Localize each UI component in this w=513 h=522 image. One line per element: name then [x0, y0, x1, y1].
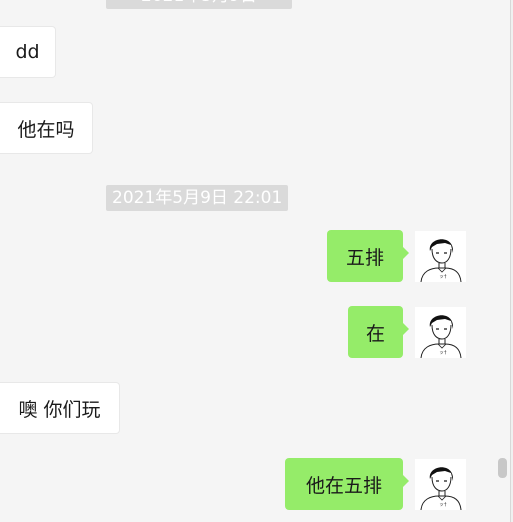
anime-boy-sketch-avatar-icon: ッ† — [415, 459, 466, 510]
svg-text:ッ†: ッ† — [439, 350, 447, 356]
svg-text:ッ†: ッ† — [439, 274, 447, 280]
message-text: 在 — [365, 322, 385, 345]
incoming-message-bubble[interactable]: dd — [0, 26, 56, 78]
message-text: dd — [15, 41, 40, 63]
scrollbar-thumb[interactable] — [498, 458, 507, 478]
message-text: 五排 — [345, 246, 384, 269]
timestamp: 2021年5月9日 22:01 — [106, 185, 289, 211]
user-avatar[interactable]: ッ† — [415, 307, 466, 358]
message-text: 他在吗 — [17, 118, 75, 141]
chat-message-area[interactable]: 2021年5月9日 dd 他在吗 2021年5月9日 22:01 五排 ッ† 在 — [0, 0, 513, 522]
svg-text:ッ†: ッ† — [439, 502, 447, 508]
outgoing-message-bubble[interactable]: 五排 — [327, 230, 409, 282]
outgoing-message-bubble[interactable]: 在 — [348, 306, 409, 358]
message-text: 噢 你们玩 — [18, 398, 101, 421]
outgoing-message-bubble[interactable]: 他在五排 — [285, 458, 409, 510]
incoming-message-bubble[interactable]: 他在吗 — [0, 102, 93, 154]
incoming-message-bubble[interactable]: 噢 你们玩 — [0, 382, 120, 434]
user-avatar[interactable]: ッ† — [415, 459, 466, 510]
message-text: 他在五排 — [305, 474, 382, 497]
user-avatar[interactable]: ッ† — [415, 231, 466, 282]
timestamp-top-partial: 2021年5月9日 — [106, 0, 292, 9]
anime-boy-sketch-avatar-icon: ッ† — [415, 231, 466, 282]
anime-boy-sketch-avatar-icon: ッ† — [415, 307, 466, 358]
